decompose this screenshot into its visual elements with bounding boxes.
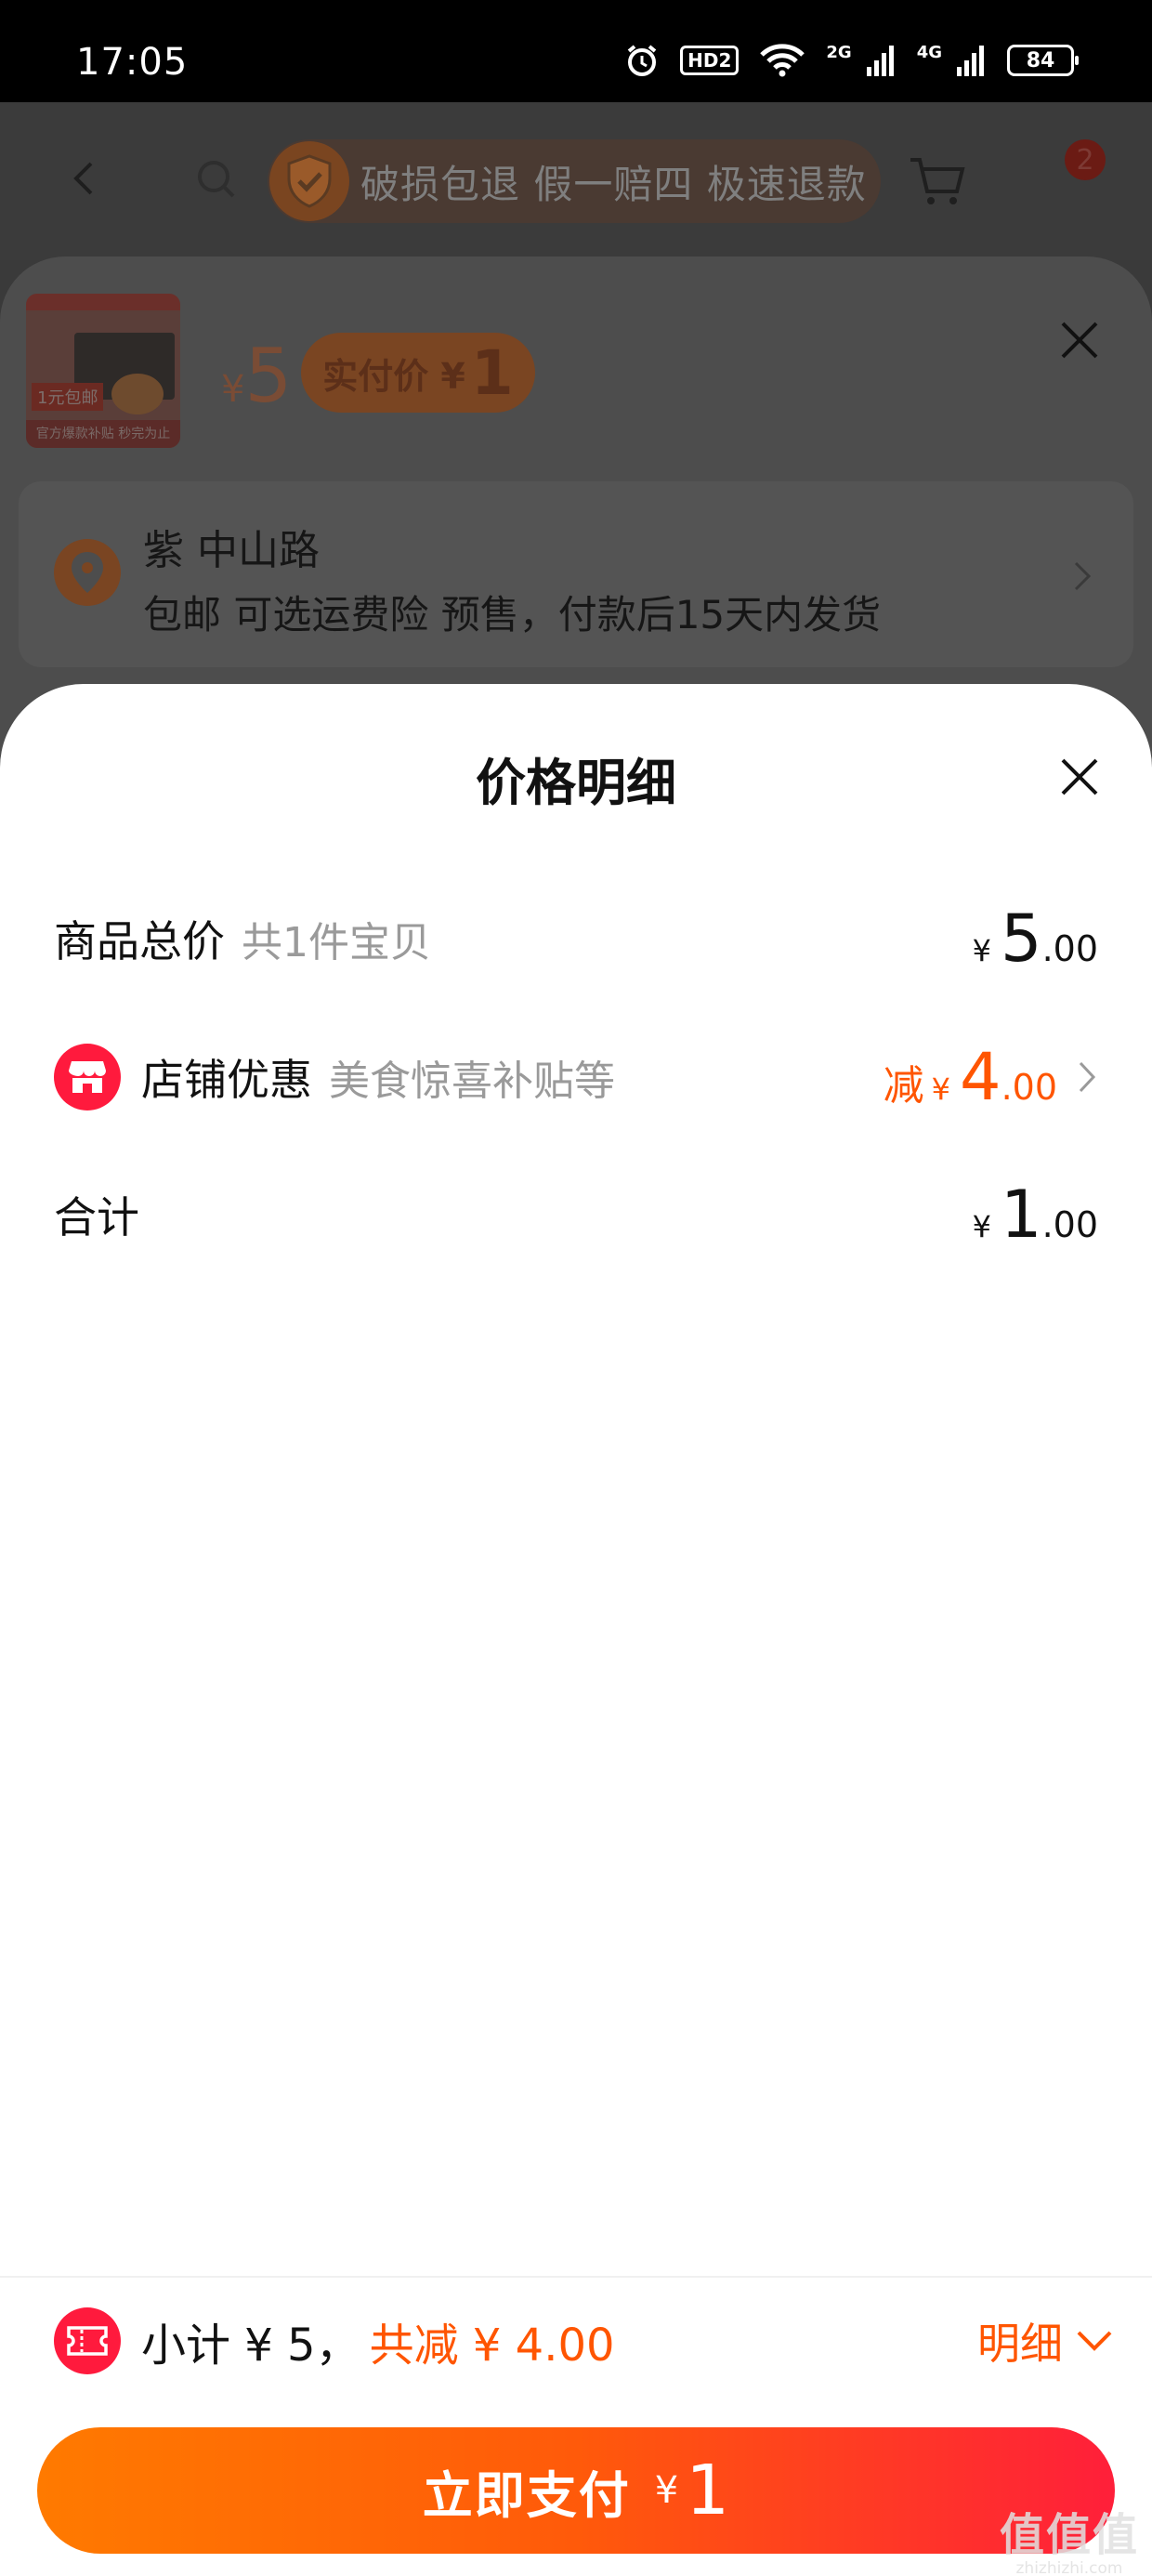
goods-total-yen: ¥ [972, 933, 992, 968]
goods-total-label: 商品总价 [54, 916, 225, 966]
paid-price-pill: 实付价 ¥ 1 [301, 333, 535, 413]
address-card[interactable]: 紫 中山路 包邮 可选运费险 预售，付款后15天内发货 [19, 481, 1133, 667]
product-thumbnail: 1元包邮 官方爆款补贴 秒完为止 [26, 294, 180, 448]
chevron-down-icon [1077, 2331, 1112, 2351]
battery-icon: 84 [1007, 45, 1079, 76]
sku-price-value: 5 [244, 333, 293, 419]
pay-now-button[interactable]: 立即支付 ¥ 1 [37, 2427, 1115, 2554]
row-goods-total: 商品总价 共1件宝贝 ¥ 5 .00 [54, 897, 1098, 980]
pay-now-label: 立即支付 [422, 2465, 631, 2525]
address-name: 紫 中山路 [143, 527, 320, 574]
guarantee-banner[interactable]: 破损包退 假一赔四 极速退款 [268, 139, 881, 223]
store-discount-amount: 减 ¥ 4 .00 [884, 1039, 1057, 1115]
total-amount: ¥ 1 .00 [973, 1176, 1098, 1253]
search-icon[interactable] [195, 158, 238, 201]
store-discount-sub: 美食惊喜补贴等 [329, 1058, 615, 1105]
store-discount-prefix: 减 [883, 1062, 924, 1110]
coupon-icon [54, 2307, 121, 2374]
sku-close-icon[interactable] [1059, 320, 1100, 361]
detail-toggle[interactable]: 明细 [977, 2310, 1113, 2372]
hd-voice-icon: HD2 [680, 46, 740, 75]
cart-icon[interactable] [909, 154, 966, 208]
signal-2g-icon [865, 45, 897, 76]
watermark-sub: zhizhizhi.com [1015, 2559, 1123, 2576]
pay-now-yen: ¥ [654, 2469, 679, 2512]
thumb-top-strip [26, 294, 180, 310]
thumb-product-food [111, 374, 164, 414]
total-dec: .00 [1041, 1204, 1098, 1245]
sku-price-symbol: ¥ [221, 368, 245, 411]
watermark-main: 值值值 [999, 2509, 1139, 2561]
battery-level: 84 [1026, 48, 1055, 72]
summary-divider [0, 2276, 1152, 2278]
status-bar: 17:05 HD2 2G 4G 84 [0, 0, 1152, 102]
summary-bar: 小计 ¥ 5， 共减 ¥ 4.00 明细 [54, 2297, 1113, 2385]
guarantee-text: 破损包退 假一赔四 极速退款 [360, 161, 867, 207]
alarm-icon [624, 43, 660, 78]
paid-price-label: 实付价 ¥ [322, 355, 465, 397]
network-2g-label: 2G [826, 43, 852, 62]
signal-4g-icon [955, 45, 987, 76]
close-icon[interactable] [1059, 756, 1100, 797]
subtotal-text: 小计 ¥ 5， [141, 2320, 360, 2372]
row-total: 合计 ¥ 1 .00 [54, 1173, 1098, 1256]
detail-toggle-label: 明细 [977, 2319, 1063, 2369]
chevron-right-icon [1079, 1061, 1096, 1093]
store-discount-int: 4 [960, 1039, 1001, 1115]
price-detail-sheet: 价格明细 商品总价 共1件宝贝 ¥ 5 .00 店铺优惠 美食惊喜补贴等 减 ¥… [0, 684, 1152, 2576]
total-reduce-text: 共减 ¥ 4.00 [369, 2320, 615, 2372]
total-int: 1 [1001, 1176, 1042, 1253]
message-badge: 2 [1065, 139, 1106, 180]
status-icons: HD2 2G 4G 84 [624, 43, 1079, 78]
shield-check-icon [269, 141, 349, 221]
paid-price-value: 1 [470, 336, 514, 409]
thumbnail-caption: 官方爆款补贴 秒完为止 [26, 420, 180, 448]
location-pin-icon [54, 539, 121, 606]
status-time: 17:05 [76, 41, 189, 84]
total-yen: ¥ [972, 1209, 992, 1244]
store-discount-label: 店铺优惠 [141, 1055, 312, 1105]
total-label: 合计 [54, 1192, 139, 1242]
back-icon[interactable] [67, 160, 104, 197]
price-detail-title: 价格明细 [476, 754, 676, 812]
goods-total-dec: .00 [1041, 928, 1098, 969]
pay-now-amount: 1 [686, 2451, 730, 2530]
thumbnail-tag: 1元包邮 [32, 383, 104, 411]
message-button[interactable]: 2 [1041, 139, 1106, 204]
goods-total-sub: 共1件宝贝 [242, 919, 431, 966]
store-discount-yen: ¥ [931, 1071, 951, 1107]
store-icon [54, 1044, 121, 1111]
address-detail: 包邮 可选运费险 预售，付款后15天内发货 [143, 592, 882, 637]
chevron-right-icon [1074, 561, 1092, 591]
goods-total-amount: ¥ 5 .00 [973, 900, 1098, 977]
row-store-discount[interactable]: 店铺优惠 美食惊喜补贴等 减 ¥ 4 .00 [54, 1035, 1098, 1119]
sku-price: ¥5 [221, 333, 292, 419]
network-4g-label: 4G [916, 43, 942, 62]
wifi-icon [759, 44, 805, 77]
watermark-logo: 值值值 zhizhizhi.com [1000, 2498, 1139, 2576]
top-nav: 破损包退 假一赔四 极速退款 2 [0, 102, 1152, 260]
store-discount-dec: .00 [1001, 1067, 1057, 1108]
goods-total-int: 5 [1001, 900, 1042, 977]
